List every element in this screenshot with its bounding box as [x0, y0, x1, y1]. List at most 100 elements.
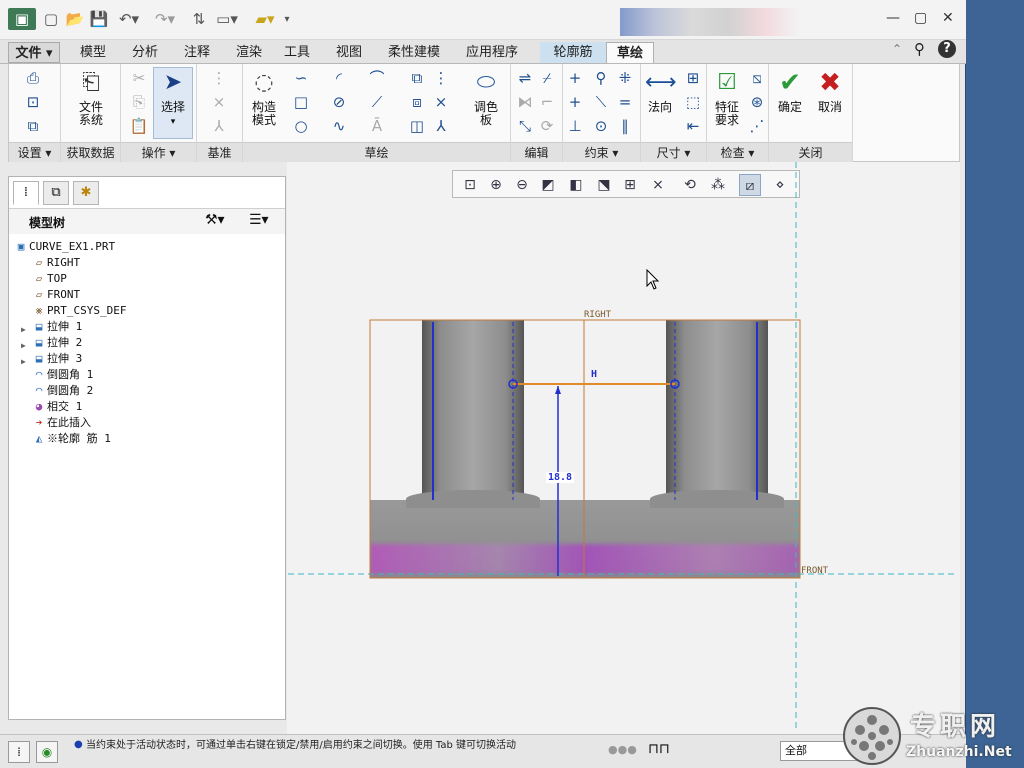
parallel-constraint-icon[interactable]: ∥: [615, 116, 635, 136]
highlight-open-ends-icon[interactable]: ⋰: [747, 116, 767, 136]
tab-favorites-icon[interactable]: ✱: [73, 181, 99, 205]
spin-center-icon[interactable]: ⟲: [679, 174, 701, 196]
tab-analysis[interactable]: 分析: [122, 42, 168, 63]
spline-icon[interactable]: ∿: [329, 116, 349, 136]
find-icon[interactable]: ⊓⊓: [648, 741, 670, 757]
sketch-view-toggle-icon[interactable]: ⧄: [739, 174, 761, 196]
maximize-icon[interactable]: ▢: [914, 10, 927, 26]
equal-constraint-icon[interactable]: =: [615, 92, 635, 112]
arc-icon[interactable]: ◜: [329, 68, 349, 88]
zoom-out-icon[interactable]: ⊖: [511, 174, 533, 196]
tab-model[interactable]: 模型: [70, 42, 116, 63]
baseline-icon[interactable]: ⬚: [683, 92, 703, 112]
group-label-inspect[interactable]: 检查 ▾: [707, 142, 768, 162]
project-icon[interactable]: ◫: [407, 116, 427, 136]
horizontal-constraint-icon[interactable]: +: [565, 92, 585, 112]
tree-item[interactable]: ▶ ⬓ 拉伸 3: [21, 351, 82, 367]
group-label-dimension[interactable]: 尺寸 ▾: [641, 142, 706, 162]
datum-csys-icon[interactable]: ⅄: [209, 116, 229, 136]
tree-item[interactable]: ◭ ※轮廓 筋 1: [31, 431, 111, 447]
open-file-icon[interactable]: 📂: [64, 8, 86, 30]
group-label-setup[interactable]: 设置 ▾: [9, 142, 60, 162]
expand-arrow-icon[interactable]: ▶: [21, 354, 26, 370]
annotation-display-icon[interactable]: ⁂: [707, 174, 729, 196]
coincident-constraint-icon[interactable]: ⊙: [591, 116, 611, 136]
overlapping-geometry-icon[interactable]: ⧅: [747, 68, 767, 88]
tree-item[interactable]: ◠ 倒圆角 2: [31, 383, 94, 399]
perimeter-icon[interactable]: ⊞: [683, 68, 703, 88]
refit-icon[interactable]: ⊡: [459, 174, 481, 196]
vertical-constraint-icon[interactable]: +: [565, 68, 585, 88]
show-browser-icon[interactable]: ◉: [36, 741, 58, 763]
tree-item[interactable]: ▱ RIGHT: [31, 255, 80, 271]
display-style-icon[interactable]: ◧: [565, 174, 587, 196]
undo-icon[interactable]: ↶▾: [114, 8, 144, 30]
point-icon[interactable]: ×: [431, 92, 451, 112]
new-file-icon[interactable]: ▢: [40, 8, 62, 30]
tab-sketch[interactable]: 草绘: [606, 42, 654, 63]
customize-toolbar-icon[interactable]: ▾: [280, 8, 294, 30]
construction-mode-button[interactable]: ◌ 构造模式: [245, 68, 283, 127]
group-label-operations[interactable]: 操作 ▾: [121, 142, 196, 162]
line-icon[interactable]: ∽: [291, 68, 311, 88]
group-label-constraints[interactable]: 约束 ▾: [563, 142, 640, 162]
divide-icon[interactable]: ⤡: [515, 116, 535, 136]
sketcher-display-icon[interactable]: ⋄: [769, 174, 791, 196]
mirror-icon[interactable]: ⧑: [515, 92, 535, 112]
symmetric-constraint-icon[interactable]: ⁜: [615, 68, 635, 88]
ok-button[interactable]: ✔ 确定: [771, 68, 809, 114]
file-system-button[interactable]: ⎗ 文件系统: [65, 68, 117, 127]
reference-dimension-icon[interactable]: ⇤: [683, 116, 703, 136]
tab-model-tree-icon[interactable]: ⁞: [13, 181, 39, 205]
tree-item[interactable]: ⨳ PRT_CSYS_DEF: [31, 303, 127, 319]
tab-profile-rib[interactable]: 轮廓筋: [540, 42, 606, 63]
tangent-constraint-icon[interactable]: ⚲: [591, 68, 611, 88]
corner-icon[interactable]: ⌐: [537, 92, 557, 112]
rotate-resize-icon[interactable]: ⟳: [537, 116, 557, 136]
tree-item[interactable]: ▱ TOP: [31, 271, 67, 287]
csys-sketch-icon[interactable]: ⅄: [431, 116, 451, 136]
expand-arrow-icon[interactable]: ▶: [21, 338, 26, 354]
help-icon[interactable]: ?: [938, 40, 956, 58]
tree-item[interactable]: ▱ FRONT: [31, 287, 80, 303]
close-window-icon[interactable]: ▰▾: [250, 8, 280, 30]
datum-point-icon[interactable]: ×: [209, 92, 229, 112]
feature-requirements-button[interactable]: ☑ 特征要求: [707, 68, 747, 127]
tree-columns-icon[interactable]: ☰▾: [249, 212, 269, 228]
select-button[interactable]: ➤ 选择 ▾: [153, 67, 193, 139]
perpendicular-constraint-icon[interactable]: ⊥: [565, 116, 585, 136]
palette-button[interactable]: ⬭ 调色板: [465, 68, 507, 127]
tree-item[interactable]: ➔ 在此插入: [31, 415, 91, 431]
tree-item[interactable]: ◕ 相交 1: [31, 399, 83, 415]
delete-segment-icon[interactable]: ⌿: [537, 68, 557, 88]
tree-item[interactable]: ▶ ⬓ 拉伸 2: [21, 335, 82, 351]
paste-icon[interactable]: 📋: [129, 116, 149, 136]
windows-icon[interactable]: ▭▾: [212, 8, 242, 30]
tree-item[interactable]: ▶ ⬓ 拉伸 1: [21, 319, 82, 335]
thicken-icon[interactable]: ⧈: [407, 92, 427, 112]
circle-icon[interactable]: ○: [291, 116, 311, 136]
cut-icon[interactable]: ✂: [129, 68, 149, 88]
chamfer-icon[interactable]: ⟋: [367, 92, 387, 112]
copy-icon[interactable]: ⎘: [129, 92, 149, 112]
tab-tools[interactable]: 工具: [276, 42, 318, 63]
shade-closed-loops-icon[interactable]: ⊛: [747, 92, 767, 112]
text-icon[interactable]: Ā: [367, 116, 387, 136]
repaint-icon[interactable]: ◩: [537, 174, 559, 196]
save-icon[interactable]: 💾: [88, 8, 110, 30]
show-navigator-icon[interactable]: ⁞: [8, 741, 30, 763]
tree-item[interactable]: ◠ 倒圆角 1: [31, 367, 94, 383]
regenerate-icon[interactable]: ⇅: [188, 8, 210, 30]
expand-arrow-icon[interactable]: ▶: [21, 322, 26, 338]
centerline-sketch-icon[interactable]: ⋮: [431, 68, 451, 88]
redo-icon[interactable]: ↷▾: [150, 8, 180, 30]
tab-file[interactable]: 文件 ▾: [8, 42, 60, 63]
sketch-view-icon[interactable]: ⧉: [23, 116, 43, 136]
tab-flexible-modeling[interactable]: 柔性建模: [380, 42, 448, 63]
collapse-ribbon-icon[interactable]: ⌃: [892, 42, 902, 56]
fillet-icon[interactable]: ⌒: [367, 68, 387, 88]
tab-render[interactable]: 渲染: [226, 42, 272, 63]
tab-annotate[interactable]: 注释: [174, 42, 220, 63]
close-icon[interactable]: ✕: [942, 10, 954, 26]
normal-dimension-button[interactable]: ⟷ 法向: [641, 68, 679, 114]
